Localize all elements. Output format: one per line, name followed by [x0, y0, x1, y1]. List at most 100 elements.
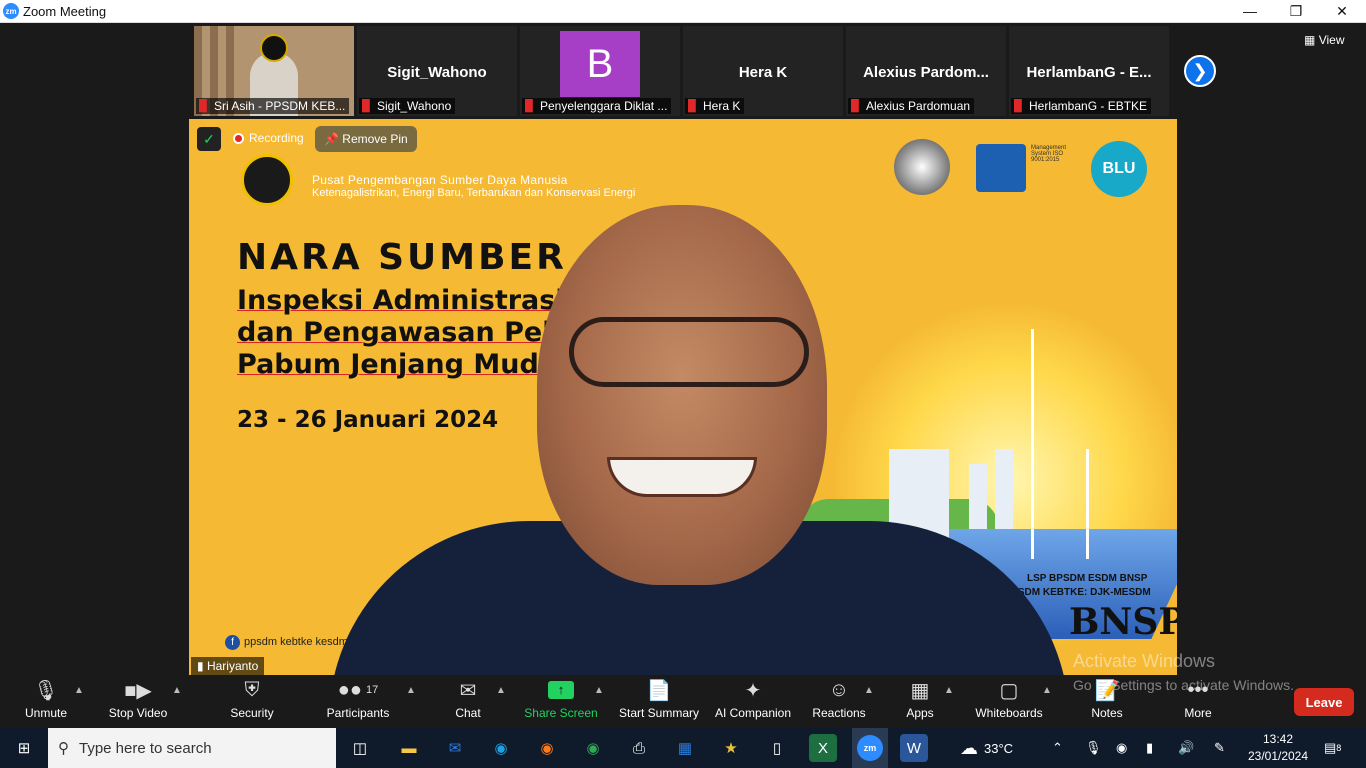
volume-icon[interactable]: 🔊 [1178, 728, 1194, 768]
emoji-icon: ☺ [828, 678, 850, 701]
ministry-logo [241, 154, 293, 206]
activate-windows-watermark: Activate Windows [1073, 651, 1216, 671]
participant-name: Sigit_Wahono [387, 64, 487, 81]
apps-button[interactable]: ▦ Apps [898, 675, 942, 728]
camera-icon[interactable]: ◉ [1116, 728, 1127, 768]
participant-tile[interactable]: B █ Penyelenggara Diklat ... [520, 26, 680, 116]
show-hidden-icons[interactable]: ⌃ [1052, 728, 1063, 768]
facebook-icon: f [225, 635, 240, 650]
chrome-icon[interactable]: ◉ [579, 734, 607, 762]
taskbar-clock[interactable]: 13:42 23/01/2024 [1246, 731, 1310, 765]
word-icon[interactable]: W [900, 734, 928, 762]
slide-org-line1: Pusat Pengembangan Sumber Daya Manusia [312, 173, 568, 187]
view-button[interactable]: ▦ View [1304, 33, 1344, 47]
search-icon: ⚲ [58, 740, 69, 757]
stop-video-button[interactable]: ■▶ Stop Video [104, 675, 172, 728]
window-title: Zoom Meeting [23, 4, 107, 19]
edge-icon[interactable]: ◉ [487, 734, 515, 762]
participants-button[interactable]: ●● 17 Participants [322, 675, 394, 728]
share-screen-icon: ↑ [524, 675, 598, 705]
participant-strip: █ Sri Asih - PPSDM KEB... Sigit_Wahono █ S… [0, 23, 1366, 119]
participant-tile[interactable]: Sigit_Wahono █ Sigit_Wahono [357, 26, 517, 116]
remove-pin-button[interactable]: 📌 Remove Pin [315, 126, 417, 152]
more-button[interactable]: ••• More [1178, 675, 1218, 728]
emblem-logo [894, 139, 950, 195]
record-icon [233, 132, 244, 144]
excel-icon[interactable]: X [809, 734, 837, 762]
mic-muted-icon: █ [688, 100, 696, 112]
participant-name: HerlambanG - E... [1026, 64, 1152, 81]
participant-label: █ Hera K [685, 98, 745, 114]
participant-avatar: B [560, 31, 640, 97]
firefox-icon[interactable]: ◉ [533, 734, 561, 762]
windows-start-icon[interactable]: ⊞ [10, 734, 38, 762]
zoom-app-icon: zm [3, 3, 19, 19]
mic-muted-icon: █ [362, 100, 370, 112]
start-summary-button[interactable]: 📄 Start Summary [616, 675, 702, 728]
security-button[interactable]: ⛨ Security [222, 675, 282, 728]
pen-icon[interactable]: ✎ [1214, 728, 1225, 768]
recording-indicator[interactable]: Recording [233, 131, 304, 145]
participant-tile[interactable]: HerlambanG - E... █ HerlambanG - EBTKE [1009, 26, 1169, 116]
document-icon[interactable]: ▯ [763, 734, 791, 762]
chevron-right-icon: ❯ [1192, 60, 1208, 81]
participant-tile[interactable]: Alexius Pardom... █ Alexius Pardomuan [846, 26, 1006, 116]
signal-icon: ▮ [197, 659, 204, 673]
speaker-smile [607, 457, 757, 497]
chat-options-caret[interactable]: ▲ [496, 685, 506, 696]
task-view-icon[interactable]: ◫ [346, 734, 374, 762]
mic-muted-icon: █ [851, 100, 859, 112]
zoom-taskbar-icon[interactable]: zm [852, 728, 888, 768]
mic-muted-icon: █ [1014, 100, 1022, 112]
audio-options-caret[interactable]: ▲ [74, 685, 84, 696]
whiteboards-button[interactable]: ▢ Whiteboards [972, 675, 1046, 728]
printer-icon[interactable]: ⎙ [625, 734, 653, 762]
slide-subtitle-1: Inspeksi Administrasi P [237, 285, 594, 316]
share-screen-button[interactable]: ↑ Share Screen [524, 675, 598, 728]
microphone-icon[interactable]: 🎙 [1085, 728, 1102, 768]
battery-icon[interactable]: ▮ [1146, 728, 1153, 768]
next-page-button[interactable]: ❯ [1184, 55, 1216, 87]
minimize-button[interactable]: — [1227, 0, 1273, 22]
whiteboards-options-caret[interactable]: ▲ [1042, 685, 1052, 696]
participant-label: █ Penyelenggara Diklat ... [522, 98, 672, 114]
participants-icon: ●● 17 [337, 678, 379, 701]
encryption-shield-icon[interactable]: ✓ [197, 127, 221, 151]
share-options-caret[interactable]: ▲ [594, 685, 604, 696]
video-options-caret[interactable]: ▲ [172, 685, 182, 696]
apps-options-caret[interactable]: ▲ [944, 685, 954, 696]
participant-name: Alexius Pardom... [863, 64, 989, 81]
speaker-glasses [569, 317, 809, 387]
more-dots-icon: ••• [1187, 678, 1209, 701]
windows-taskbar: ⊞ ⚲ Type here to search ◫ ▬ ✉ ◉ ◉ ◉ ⎙ ▦ ★… [0, 728, 1366, 768]
store-icon[interactable]: ▦ [671, 734, 699, 762]
file-explorer-icon[interactable]: ▬ [395, 734, 423, 762]
unmute-button[interactable]: 🎙 Unmute [14, 675, 78, 728]
taskbar-search[interactable]: ⚲ Type here to search [48, 728, 336, 768]
participant-tile[interactable]: █ Sri Asih - PPSDM KEB... [194, 26, 354, 116]
slide-chimney [995, 449, 1013, 529]
weather-widget[interactable]: ☁ 33°C [960, 728, 1013, 768]
reactions-button[interactable]: ☺ Reactions [810, 675, 868, 728]
ai-companion-button[interactable]: ✦ AI Companion [712, 675, 794, 728]
app-icon[interactable]: ★ [717, 734, 745, 762]
grid-icon: ▦ [1304, 33, 1316, 47]
participant-tile[interactable]: Hera K █ Hera K [683, 26, 843, 116]
mic-muted-icon: 🎙 [33, 679, 59, 702]
video-camera-icon: ■▶ [124, 679, 152, 702]
restore-button[interactable]: ❐ [1273, 0, 1319, 22]
notes-button[interactable]: 📝 Notes [1086, 675, 1128, 728]
chat-button[interactable]: ✉ Chat [446, 675, 490, 728]
reactions-options-caret[interactable]: ▲ [864, 685, 874, 696]
notifications-icon[interactable]: ▤ 8 [1324, 728, 1341, 768]
participant-label: █ Alexius Pardomuan [848, 98, 975, 114]
leave-button[interactable]: Leave [1294, 688, 1354, 716]
blu-logo: BLU [1091, 141, 1147, 197]
apps-icon: ▦ [910, 679, 930, 702]
slide-org-line2: Ketenagalistrikan, Energi Baru, Terbaruk… [312, 187, 636, 199]
chat-icon: ✉ [459, 679, 477, 702]
facebook-handle: f ppsdm kebtke kesdm [225, 635, 348, 650]
close-button[interactable]: ✕ [1319, 0, 1365, 22]
participants-options-caret[interactable]: ▲ [406, 685, 416, 696]
mail-icon[interactable]: ✉ [441, 734, 469, 762]
